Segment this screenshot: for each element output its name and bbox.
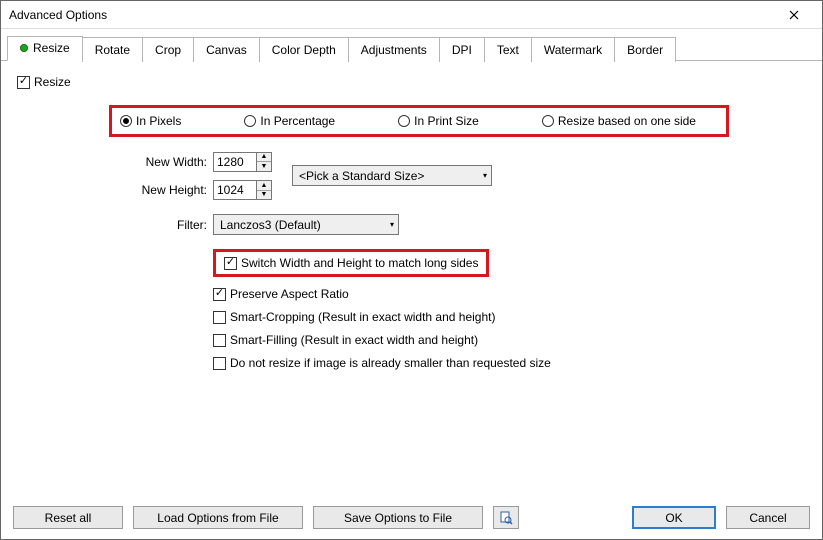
- window-title: Advanced Options: [9, 8, 774, 22]
- tab-color-depth[interactable]: Color Depth: [259, 37, 349, 62]
- filter-select[interactable]: Lanczos3 (Default) ▾: [213, 214, 399, 235]
- chevron-up-icon: ▲: [257, 153, 271, 163]
- tab-label: Adjustments: [361, 43, 427, 57]
- load-options-button[interactable]: Load Options from File: [133, 506, 303, 529]
- checkbox-icon: [213, 311, 226, 324]
- no-upscale-label: Do not resize if image is already smalle…: [230, 356, 551, 370]
- no-upscale[interactable]: Do not resize if image is already smalle…: [213, 356, 806, 370]
- checkbox-icon: [213, 334, 226, 347]
- smart-fill[interactable]: Smart-Filling (Result in exact width and…: [213, 333, 806, 347]
- switch-longsides[interactable]: Switch Width and Height to match long si…: [224, 256, 478, 270]
- filter-label: Filter:: [117, 218, 213, 232]
- cancel-button[interactable]: Cancel: [726, 506, 810, 529]
- dialog-window: Advanced Options Resize Rotate Crop Canv…: [0, 0, 823, 540]
- mode-percentage[interactable]: In Percentage: [244, 114, 335, 128]
- mode-label: In Percentage: [260, 114, 335, 128]
- width-input[interactable]: [213, 152, 257, 172]
- tab-label: Canvas: [206, 43, 247, 57]
- tab-label: Color Depth: [272, 43, 336, 57]
- tab-border[interactable]: Border: [614, 37, 676, 62]
- tab-watermark[interactable]: Watermark: [531, 37, 615, 62]
- checkbox-icon: [224, 257, 237, 270]
- radio-icon: [120, 115, 132, 127]
- checkbox-icon: [213, 288, 226, 301]
- tab-label: Crop: [155, 43, 181, 57]
- smart-fill-label: Smart-Filling (Result in exact width and…: [230, 333, 478, 347]
- filter-value: Lanczos3 (Default): [220, 218, 321, 232]
- tab-label: Rotate: [95, 43, 130, 57]
- radio-icon: [244, 115, 256, 127]
- titlebar: Advanced Options: [1, 1, 822, 29]
- width-label: New Width:: [117, 155, 213, 169]
- height-spinner[interactable]: ▲▼: [257, 180, 272, 200]
- dialog-footer: Reset all Load Options from File Save Op…: [1, 497, 822, 539]
- close-button[interactable]: [774, 3, 814, 27]
- height-label: New Height:: [117, 183, 213, 197]
- tab-dpi[interactable]: DPI: [439, 37, 485, 62]
- resize-form: New Width: ▲▼ <Pick a Standard Size> ▾ N…: [117, 151, 806, 370]
- tab-bar: Resize Rotate Crop Canvas Color Depth Ad…: [1, 29, 822, 61]
- mode-print[interactable]: In Print Size: [398, 114, 479, 128]
- smart-crop-label: Smart-Cropping (Result in exact width an…: [230, 310, 495, 324]
- height-input-group: ▲▼: [213, 180, 272, 200]
- tab-label: Resize: [33, 41, 70, 55]
- height-input[interactable]: [213, 180, 257, 200]
- mode-oneside[interactable]: Resize based on one side: [542, 114, 696, 128]
- width-spinner[interactable]: ▲▼: [257, 152, 272, 172]
- chevron-down-icon: ▼: [257, 162, 271, 171]
- save-options-button[interactable]: Save Options to File: [313, 506, 483, 529]
- radio-icon: [398, 115, 410, 127]
- chevron-up-icon: ▲: [257, 181, 271, 191]
- tab-label: Text: [497, 43, 519, 57]
- tab-canvas[interactable]: Canvas: [193, 37, 260, 62]
- tab-label: Border: [627, 43, 663, 57]
- tab-crop[interactable]: Crop: [142, 37, 194, 62]
- tab-rotate[interactable]: Rotate: [82, 37, 143, 62]
- preserve-aspect-label: Preserve Aspect Ratio: [230, 287, 349, 301]
- chevron-down-icon: ▼: [257, 191, 271, 200]
- width-input-group: ▲▼: [213, 152, 272, 172]
- mode-pixels[interactable]: In Pixels: [120, 114, 181, 128]
- switch-longsides-label: Switch Width and Height to match long si…: [241, 256, 478, 270]
- magnifier-page-icon: [499, 511, 513, 525]
- tab-label: Watermark: [544, 43, 602, 57]
- standard-size-value: <Pick a Standard Size>: [299, 169, 424, 183]
- tab-adjustments[interactable]: Adjustments: [348, 37, 440, 62]
- checkbox-icon: [17, 76, 30, 89]
- tab-text[interactable]: Text: [484, 37, 532, 62]
- mode-label: In Print Size: [414, 114, 479, 128]
- reset-button[interactable]: Reset all: [13, 506, 123, 529]
- close-icon: [789, 10, 799, 20]
- switch-longsides-box: Switch Width and Height to match long si…: [213, 249, 489, 277]
- radio-icon: [542, 115, 554, 127]
- smart-crop[interactable]: Smart-Cropping (Result in exact width an…: [213, 310, 806, 324]
- mode-label: In Pixels: [136, 114, 181, 128]
- preview-button[interactable]: [493, 506, 519, 529]
- standard-size-select[interactable]: <Pick a Standard Size> ▾: [292, 165, 492, 186]
- mode-label: Resize based on one side: [558, 114, 696, 128]
- ok-button[interactable]: OK: [632, 506, 716, 529]
- active-dot-icon: [20, 44, 28, 52]
- resize-enable[interactable]: Resize: [17, 75, 806, 89]
- resize-enable-label: Resize: [34, 75, 71, 89]
- mode-selector-box: In Pixels In Percentage In Print Size Re…: [109, 105, 729, 137]
- tab-content: Resize In Pixels In Percentage In Print …: [1, 61, 822, 497]
- tab-resize[interactable]: Resize: [7, 36, 83, 61]
- preserve-aspect[interactable]: Preserve Aspect Ratio: [213, 287, 806, 301]
- tab-label: DPI: [452, 43, 472, 57]
- checkbox-icon: [213, 357, 226, 370]
- chevron-down-icon: ▾: [483, 171, 487, 180]
- chevron-down-icon: ▾: [390, 220, 394, 229]
